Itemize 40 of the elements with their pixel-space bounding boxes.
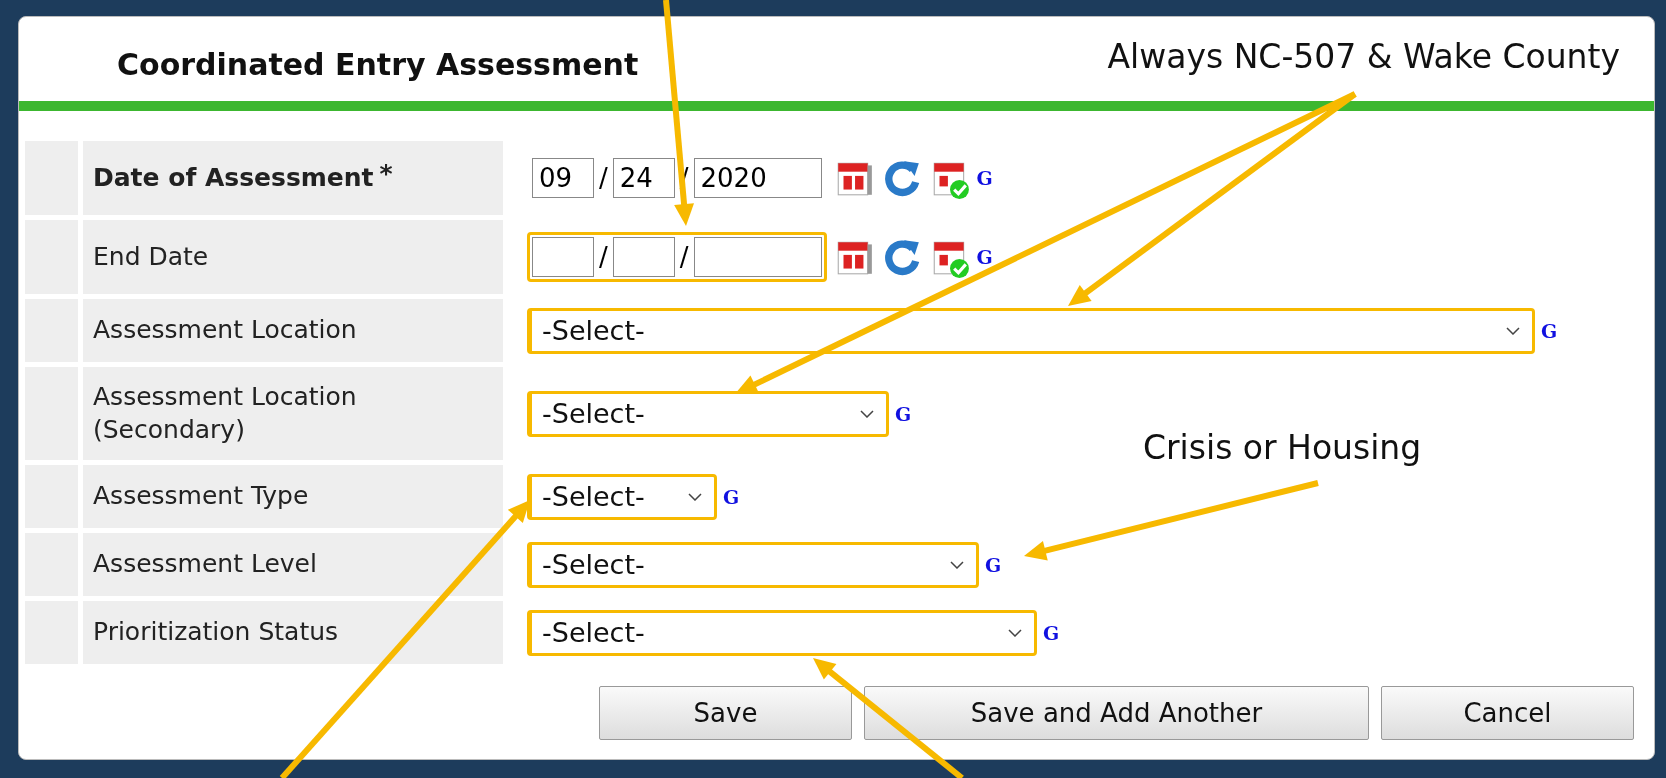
dropdown[interactable]: -Select- bbox=[527, 541, 979, 588]
help-link[interactable]: G bbox=[976, 246, 993, 268]
field-label: Assessment Level bbox=[83, 533, 503, 596]
help-link[interactable]: G bbox=[1541, 319, 1558, 342]
date-separator: / bbox=[599, 163, 608, 193]
chevron-icon bbox=[860, 409, 874, 418]
dropdown[interactable]: -Select- bbox=[527, 609, 1037, 656]
field-label: Assessment Type bbox=[83, 465, 503, 528]
help-link[interactable]: G bbox=[1043, 621, 1060, 644]
form-button[interactable]: Save bbox=[599, 686, 852, 740]
form-button[interactable]: Save and Add Another bbox=[864, 686, 1369, 740]
month-input[interactable] bbox=[532, 237, 594, 277]
field-label: End Date bbox=[83, 220, 503, 294]
date-separator: / bbox=[679, 242, 689, 272]
annotation-text: Crisis or Housing bbox=[1143, 428, 1422, 467]
field-label: Date of Assessment * bbox=[83, 141, 503, 215]
chevron-icon bbox=[1506, 326, 1520, 335]
annotation-text: Always NC-507 & Wake County bbox=[1107, 36, 1620, 76]
chevron-icon bbox=[1008, 628, 1022, 637]
field-label: Assessment Location (Secondary) bbox=[83, 367, 503, 460]
dropdown[interactable]: -Select- bbox=[527, 473, 717, 520]
day-input[interactable] bbox=[612, 237, 675, 277]
form-button[interactable]: Cancel bbox=[1381, 686, 1634, 740]
field-label: Prioritization Status bbox=[83, 601, 503, 664]
year-input[interactable]: 2020 bbox=[693, 158, 822, 198]
dropdown[interactable]: -Select- bbox=[527, 390, 889, 437]
month-input[interactable]: 09 bbox=[532, 158, 594, 198]
date-field[interactable]: / / bbox=[527, 232, 827, 282]
help-link[interactable]: G bbox=[723, 485, 740, 508]
help-link[interactable]: G bbox=[985, 553, 1002, 576]
chevron-icon bbox=[688, 492, 702, 501]
dropdown[interactable]: -Select- bbox=[527, 307, 1535, 354]
help-link[interactable]: G bbox=[895, 402, 912, 425]
field-label: Assessment Location bbox=[83, 299, 503, 362]
year-input[interactable] bbox=[693, 237, 822, 277]
date-separator: / bbox=[599, 242, 608, 272]
day-input[interactable]: 24 bbox=[612, 158, 675, 198]
help-link[interactable]: G bbox=[976, 167, 993, 189]
chevron-icon bbox=[950, 560, 964, 569]
form-title: Coordinated Entry Assessment bbox=[117, 46, 639, 82]
